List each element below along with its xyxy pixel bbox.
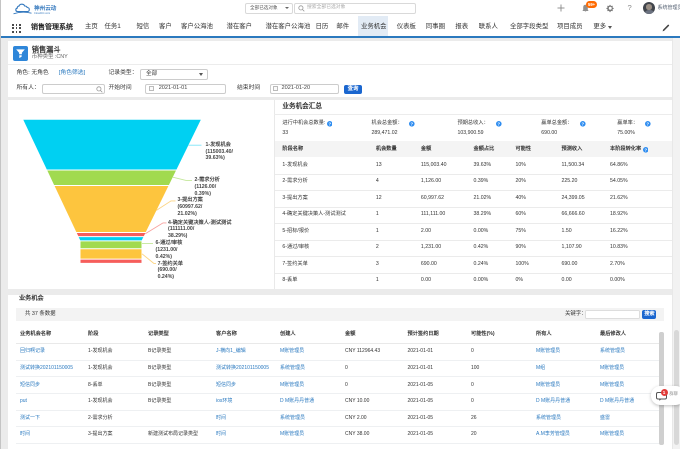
svg-text:?: ? — [644, 147, 647, 152]
svg-text:?: ? — [411, 122, 414, 127]
svg-text:?: ? — [582, 122, 585, 127]
svg-text:?: ? — [498, 122, 501, 127]
svg-text:?: ? — [647, 122, 650, 127]
svg-text:?: ? — [328, 122, 331, 127]
